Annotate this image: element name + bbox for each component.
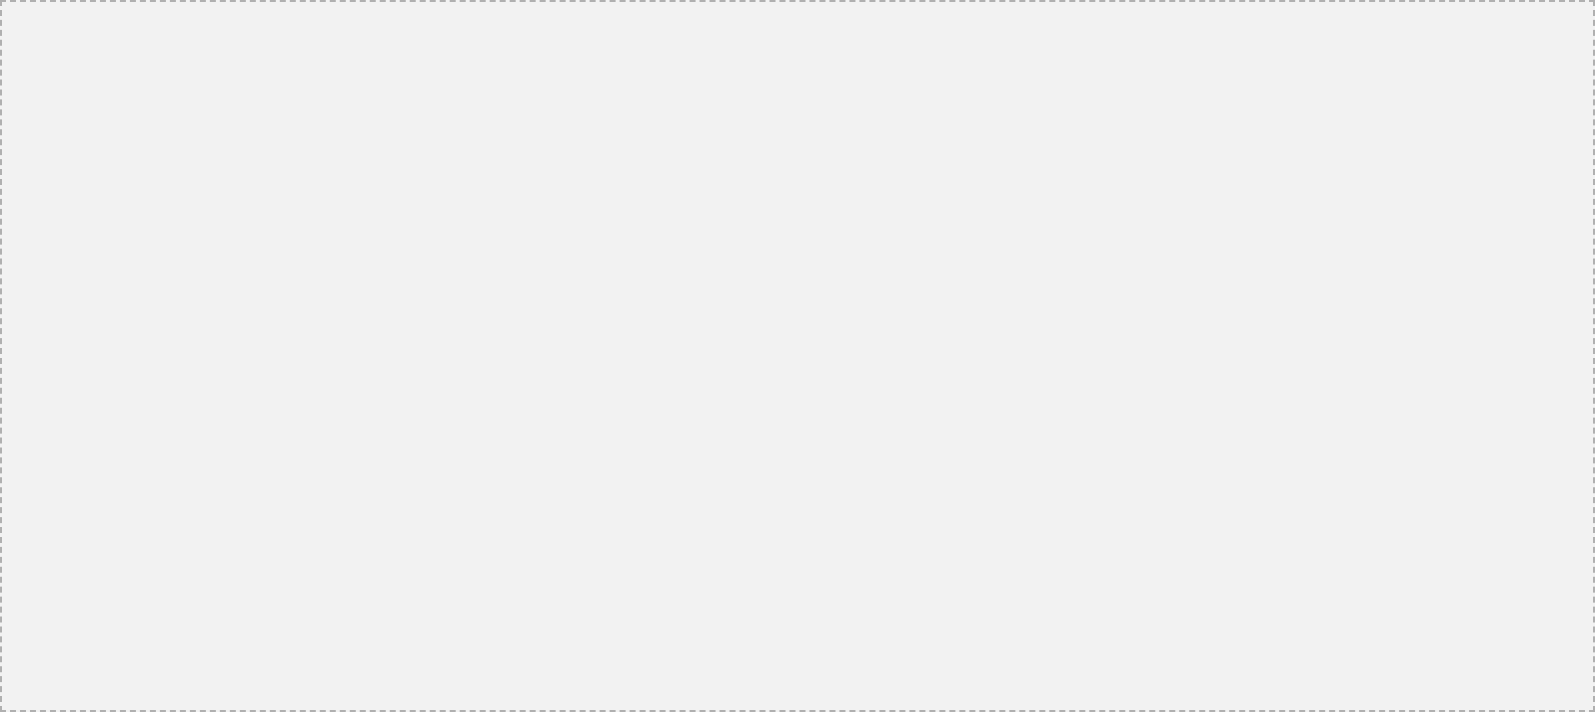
empty-placeholder xyxy=(0,0,1595,712)
